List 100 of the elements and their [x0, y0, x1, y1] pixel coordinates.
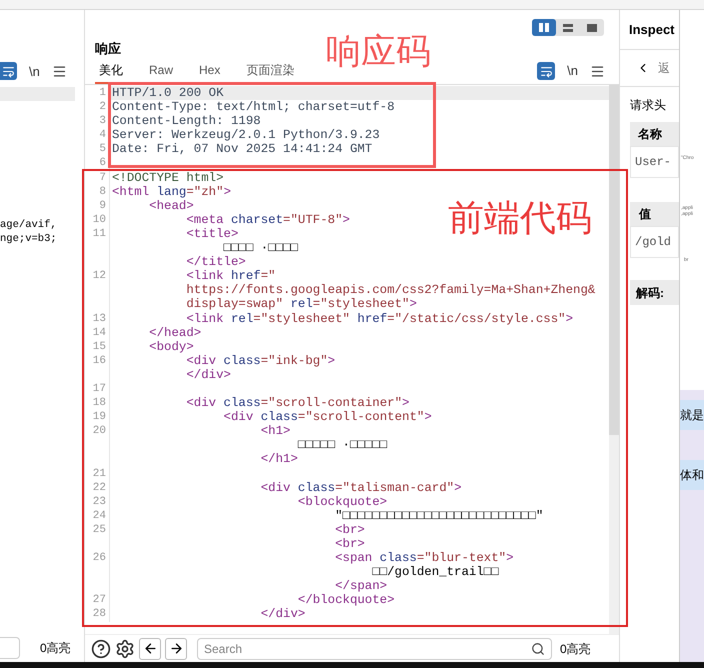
- line-number: 28: [85, 607, 110, 622]
- line-number: 3: [85, 114, 110, 128]
- newline-toggle[interactable]: \n: [29, 62, 40, 81]
- highlight-count: 0高亮: [40, 640, 71, 657]
- code-line: https://fonts.googleapis.com/css2?family=Ma+Shan+Zheng&: [185, 283, 596, 298]
- line-number: 11: [85, 226, 110, 242]
- line-number: 13: [85, 312, 110, 326]
- line-number: 1: [85, 86, 110, 100]
- code-line: </div>: [185, 368, 232, 382]
- code-line: </head>: [148, 326, 202, 340]
- tab[interactable]: Raw: [145, 58, 178, 84]
- code-line: </h1>: [260, 452, 299, 467]
- line-number: 16: [85, 354, 110, 368]
- panel-title: 响应: [95, 40, 121, 58]
- code-line: display=swap" rel="stylesheet">: [185, 297, 418, 312]
- annotation-label: 前端代码: [448, 197, 592, 239]
- code-line: <link rel="stylesheet" href="/static/css/style.css">: [185, 312, 574, 326]
- column-header: 值: [639, 206, 651, 223]
- tab[interactable]: 页面渲染: [242, 58, 298, 84]
- line-number: 7: [85, 170, 110, 185]
- code-line: <html lang="zh">: [111, 184, 232, 199]
- line-number: 4: [85, 128, 110, 142]
- code-line: <blockquote>: [296, 494, 388, 509]
- scrollbar[interactable]: [609, 85, 619, 634]
- code-line: <div class="talisman-card">: [260, 480, 463, 495]
- search-icon[interactable]: [531, 642, 545, 656]
- line-number: 18: [85, 396, 110, 410]
- right-arrow-icon: [168, 641, 184, 656]
- code-line: <div class="ink-bg">: [185, 354, 336, 368]
- decode-label: 解码:: [636, 284, 664, 302]
- inspector-title: Inspect: [629, 20, 675, 39]
- code-line: Content-Length: 1198: [111, 114, 262, 128]
- menu-icon[interactable]: [590, 64, 605, 78]
- code-line: □□□□ ·□□□□: [222, 241, 299, 256]
- annotation-label: 响应码: [326, 32, 431, 72]
- code-line: <meta charset="UTF-8">: [185, 212, 351, 227]
- line-number: 2: [85, 100, 110, 114]
- code-line: </div>: [260, 607, 306, 622]
- line-number: 6: [85, 156, 110, 171]
- code-line: <!DOCTYPE html>: [111, 170, 225, 185]
- code-line: Date: Fri, 07 Nov 2025 14:41:24 GMT: [111, 142, 374, 156]
- wrap-icon[interactable]: [537, 62, 556, 80]
- column-header: 名称: [638, 126, 662, 143]
- section-title: 请求头: [629, 97, 667, 114]
- help-icon[interactable]: [91, 638, 111, 658]
- line-number: 9: [85, 198, 110, 213]
- code-line: "□□□□□□□□□□□□□□□□□□□□□□□□□□": [334, 508, 544, 523]
- code-line: <head>: [148, 198, 195, 213]
- tab[interactable]: 美化: [95, 58, 127, 84]
- newline-toggle[interactable]: \n: [567, 61, 578, 81]
- line-number: 23: [85, 494, 110, 509]
- line-number: 17: [85, 382, 110, 396]
- code-line: <div class="scroll-content">: [222, 410, 433, 424]
- line-number: 27: [85, 593, 110, 608]
- wrap-icon[interactable]: [0, 62, 17, 80]
- code-line: <br>: [334, 522, 366, 537]
- forward-button[interactable]: [165, 638, 187, 660]
- back-button[interactable]: [139, 638, 161, 660]
- line-number: 25: [85, 522, 110, 537]
- line-number: 15: [85, 340, 110, 354]
- layout-mode-button[interactable]: [532, 19, 556, 36]
- code-line: </blockquote>: [296, 593, 396, 608]
- code-line: <h1>: [260, 424, 292, 438]
- code-line: □□/golden_trail□□: [371, 565, 500, 580]
- line-number: 12: [85, 269, 110, 284]
- line-number: 20: [85, 424, 110, 438]
- code-line: <div class="scroll-container">: [185, 396, 410, 410]
- code-line: Server: Werkzeug/2.0.1 Python/3.9.23: [111, 128, 381, 142]
- menu-icon[interactable]: [52, 64, 67, 79]
- columns-icon: [539, 23, 549, 32]
- code-line: □□□□□ ·□□□□□: [298, 438, 388, 452]
- line-number: 10: [85, 212, 110, 227]
- code-line: Content-Type: text/html; charset=utf-8: [111, 100, 396, 114]
- line-number: 14: [85, 326, 110, 340]
- line-number: 26: [85, 551, 110, 566]
- line-number: 5: [85, 142, 110, 156]
- code-line: <body>: [148, 340, 195, 354]
- line-number: 21: [85, 466, 110, 481]
- search-field[interactable]: Search: [197, 638, 552, 660]
- settings-icon[interactable]: [115, 638, 135, 658]
- code-line: <span class="blur-text">: [334, 551, 515, 566]
- tab[interactable]: Hex: [195, 58, 224, 84]
- code-line: <br>: [334, 537, 366, 552]
- line-number: 24: [85, 508, 110, 523]
- code-line: </span>: [334, 579, 388, 594]
- code-line: <title>: [185, 226, 240, 242]
- text-snippet: 体和: [680, 460, 704, 490]
- search-field[interactable]: [0, 637, 20, 659]
- text-snippet: 就是: [680, 400, 704, 430]
- line-number: 19: [85, 410, 110, 424]
- rows-icon: [563, 24, 573, 32]
- table-cell-text: User-: [635, 154, 672, 171]
- code-line: nge;v=b3;: [0, 232, 58, 246]
- table-cell-text: /gold: [635, 234, 672, 251]
- line-number: 8: [85, 184, 110, 199]
- code-line: <link href=": [185, 269, 277, 284]
- back-link[interactable]: 返: [658, 59, 670, 77]
- code-line: </title>: [185, 255, 247, 270]
- code-line: age/avif,: [0, 218, 58, 232]
- highlight-count: 0高亮: [560, 640, 591, 658]
